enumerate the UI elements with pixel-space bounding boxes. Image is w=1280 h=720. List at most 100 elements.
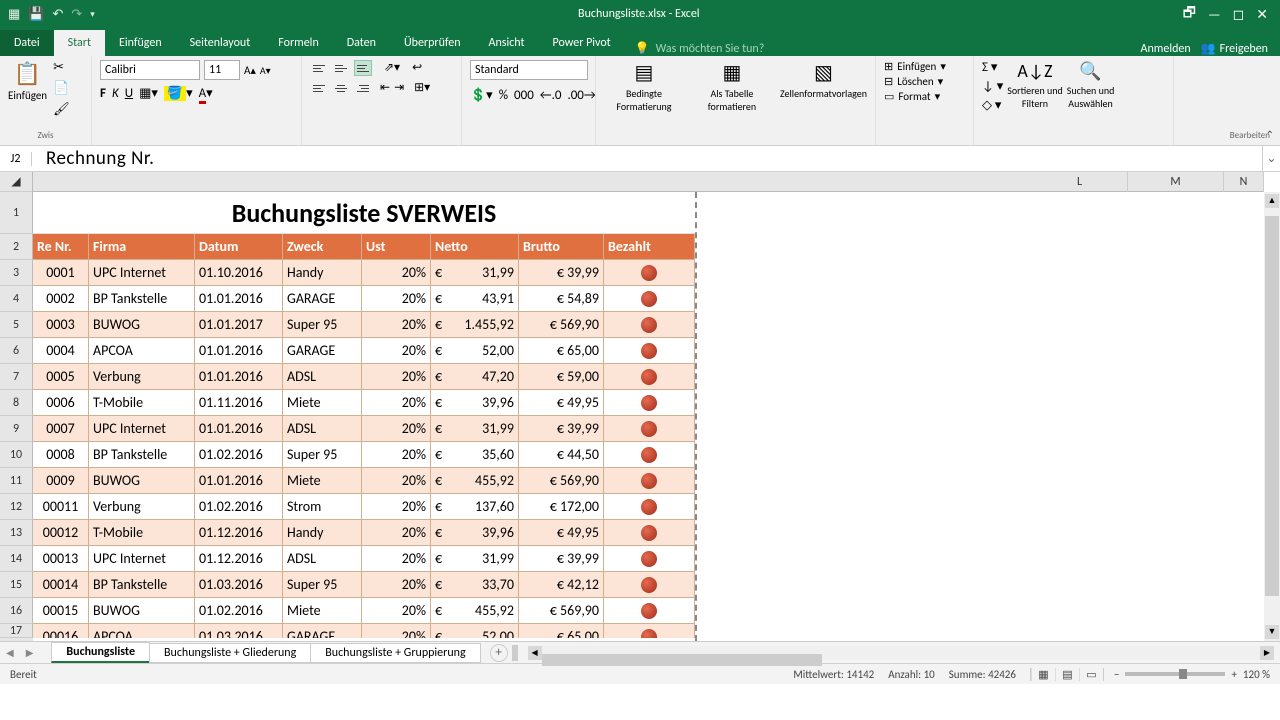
table-cell[interactable]: € 137,60 bbox=[431, 494, 519, 520]
table-cell[interactable] bbox=[604, 338, 695, 364]
table-cell[interactable]: 00012 bbox=[33, 520, 89, 546]
format-as-table[interactable]: ▦Als Tabelle formatieren bbox=[692, 60, 772, 143]
table-cell[interactable]: € 33,70 bbox=[431, 572, 519, 598]
table-cell[interactable]: € 569,90 bbox=[519, 312, 604, 338]
format-painter[interactable]: 🖌 bbox=[53, 102, 70, 117]
table-cell[interactable]: 01.02.2016 bbox=[195, 442, 283, 468]
border-button[interactable]: ▦▾ bbox=[139, 86, 158, 101]
table-cell[interactable]: 01.01.2016 bbox=[195, 364, 283, 390]
table-cell[interactable] bbox=[604, 520, 695, 546]
table-cell[interactable]: Super 95 bbox=[283, 442, 362, 468]
tab-formulas[interactable]: Formeln bbox=[264, 30, 332, 56]
signin-link[interactable]: Anmelden bbox=[1141, 42, 1191, 56]
table-cell[interactable]: BUWOG bbox=[89, 598, 195, 624]
table-cell[interactable]: 01.03.2016 bbox=[195, 572, 283, 598]
table-cell[interactable]: € 455,92 bbox=[431, 468, 519, 494]
table-cell[interactable]: € 172,00 bbox=[519, 494, 604, 520]
table-cell[interactable]: ADSL bbox=[283, 416, 362, 442]
conditional-formatting[interactable]: ▤Bedingte Formatierung bbox=[604, 60, 684, 143]
table-cell[interactable]: Verbung bbox=[89, 364, 195, 390]
tab-home[interactable]: Start bbox=[54, 30, 105, 56]
delete-cells[interactable]: ⊟Löschen ▾ bbox=[884, 75, 965, 88]
ribbon-display-options[interactable]: 🗗 bbox=[1183, 2, 1196, 26]
table-cell[interactable]: € 39,99 bbox=[519, 546, 604, 572]
table-cell[interactable]: Super 95 bbox=[283, 312, 362, 338]
table-cell[interactable]: 20% bbox=[362, 468, 431, 494]
table-cell[interactable]: 20% bbox=[362, 546, 431, 572]
table-cell[interactable]: 20% bbox=[362, 624, 431, 650]
row-header[interactable]: 2 bbox=[0, 234, 33, 260]
table-cell[interactable]: 20% bbox=[362, 364, 431, 390]
table-cell[interactable]: € 455,92 bbox=[431, 598, 519, 624]
scroll-right[interactable]: ▶ bbox=[1260, 646, 1274, 660]
table-cell[interactable]: € 1.455,92 bbox=[431, 312, 519, 338]
row-header[interactable]: 13 bbox=[0, 520, 33, 546]
table-cell[interactable]: 0009 bbox=[33, 468, 89, 494]
name-box[interactable]: J2 bbox=[0, 152, 32, 166]
table-cell[interactable]: Handy bbox=[283, 520, 362, 546]
table-cell[interactable]: T-Mobile bbox=[89, 520, 195, 546]
table-cell[interactable]: 0002 bbox=[33, 286, 89, 312]
row-header[interactable]: 10 bbox=[0, 442, 33, 468]
table-cell[interactable]: Miete bbox=[283, 390, 362, 416]
zoom-in[interactable]: + bbox=[1231, 668, 1236, 681]
table-header[interactable]: Datum bbox=[195, 234, 283, 260]
table-cell[interactable]: 20% bbox=[362, 312, 431, 338]
table-cell[interactable]: € 52,00 bbox=[431, 338, 519, 364]
number-format-select[interactable] bbox=[470, 60, 588, 80]
table-cell[interactable]: 01.01.2017 bbox=[195, 312, 283, 338]
row-header[interactable]: 15 bbox=[0, 572, 33, 598]
table-cell[interactable]: GARAGE bbox=[283, 338, 362, 364]
merge-center[interactable]: ⊞▾ bbox=[414, 80, 430, 96]
table-cell[interactable]: 0001 bbox=[33, 260, 89, 286]
table-cell[interactable]: APCOA bbox=[89, 624, 195, 650]
zoom-slider[interactable] bbox=[1125, 672, 1225, 676]
table-header[interactable]: Re Nr. bbox=[33, 234, 89, 260]
table-header[interactable]: Bezahlt bbox=[604, 234, 695, 260]
copy-button[interactable]: 📄 bbox=[53, 81, 70, 96]
scroll-thumb[interactable] bbox=[1265, 216, 1279, 596]
table-cell[interactable]: Strom bbox=[283, 494, 362, 520]
row-header[interactable]: 8 bbox=[0, 390, 33, 416]
row-header[interactable]: 7 bbox=[0, 364, 33, 390]
tab-nav-prev[interactable]: ◀ bbox=[0, 646, 20, 659]
increase-decimal[interactable]: ←.0 bbox=[540, 88, 562, 103]
maximize-button[interactable]: ◻ bbox=[1233, 6, 1245, 23]
table-cell[interactable]: BP Tankstelle bbox=[89, 572, 195, 598]
table-cell[interactable] bbox=[604, 442, 695, 468]
table-cell[interactable]: APCOA bbox=[89, 338, 195, 364]
decrease-decimal[interactable]: .00→ bbox=[567, 88, 595, 103]
table-cell[interactable] bbox=[604, 494, 695, 520]
collapse-ribbon[interactable]: ⌃ bbox=[1266, 128, 1274, 141]
table-cell[interactable] bbox=[604, 390, 695, 416]
table-cell[interactable]: ADSL bbox=[283, 546, 362, 572]
orientation-button[interactable]: ⇗▾ bbox=[384, 60, 400, 76]
scroll-left[interactable]: ◀ bbox=[528, 646, 542, 660]
table-cell[interactable]: 00014 bbox=[33, 572, 89, 598]
underline-button[interactable]: U bbox=[125, 86, 133, 101]
font-size-select[interactable] bbox=[204, 60, 240, 80]
tab-pagelayout[interactable]: Seitenlayout bbox=[176, 30, 265, 56]
table-cell[interactable] bbox=[604, 546, 695, 572]
paste-button[interactable]: 📋 Einfügen bbox=[8, 60, 47, 117]
table-cell[interactable] bbox=[604, 364, 695, 390]
clear-button[interactable]: ◇ ▾ bbox=[982, 98, 1003, 113]
increase-font[interactable]: A▴ bbox=[244, 64, 256, 77]
table-cell[interactable]: 0005 bbox=[33, 364, 89, 390]
select-all[interactable]: ◢ bbox=[0, 172, 33, 192]
table-cell[interactable] bbox=[604, 312, 695, 338]
table-cell[interactable] bbox=[604, 260, 695, 286]
scroll-down[interactable]: ▼ bbox=[1265, 625, 1279, 639]
table-cell[interactable] bbox=[604, 598, 695, 624]
table-cell[interactable]: 01.11.2016 bbox=[195, 390, 283, 416]
table-cell[interactable]: € 65,00 bbox=[519, 338, 604, 364]
row-header[interactable]: 5 bbox=[0, 312, 33, 338]
table-cell[interactable]: € 31,99 bbox=[431, 416, 519, 442]
table-cell[interactable]: 20% bbox=[362, 390, 431, 416]
table-cell[interactable]: 00013 bbox=[33, 546, 89, 572]
table-header[interactable]: Ust bbox=[362, 234, 431, 260]
font-color-button[interactable]: A▾ bbox=[199, 86, 213, 101]
row-header[interactable]: 12 bbox=[0, 494, 33, 520]
align-middle[interactable] bbox=[332, 60, 350, 76]
sort-filter[interactable]: A↓ZSortieren undFiltern bbox=[1007, 60, 1063, 143]
